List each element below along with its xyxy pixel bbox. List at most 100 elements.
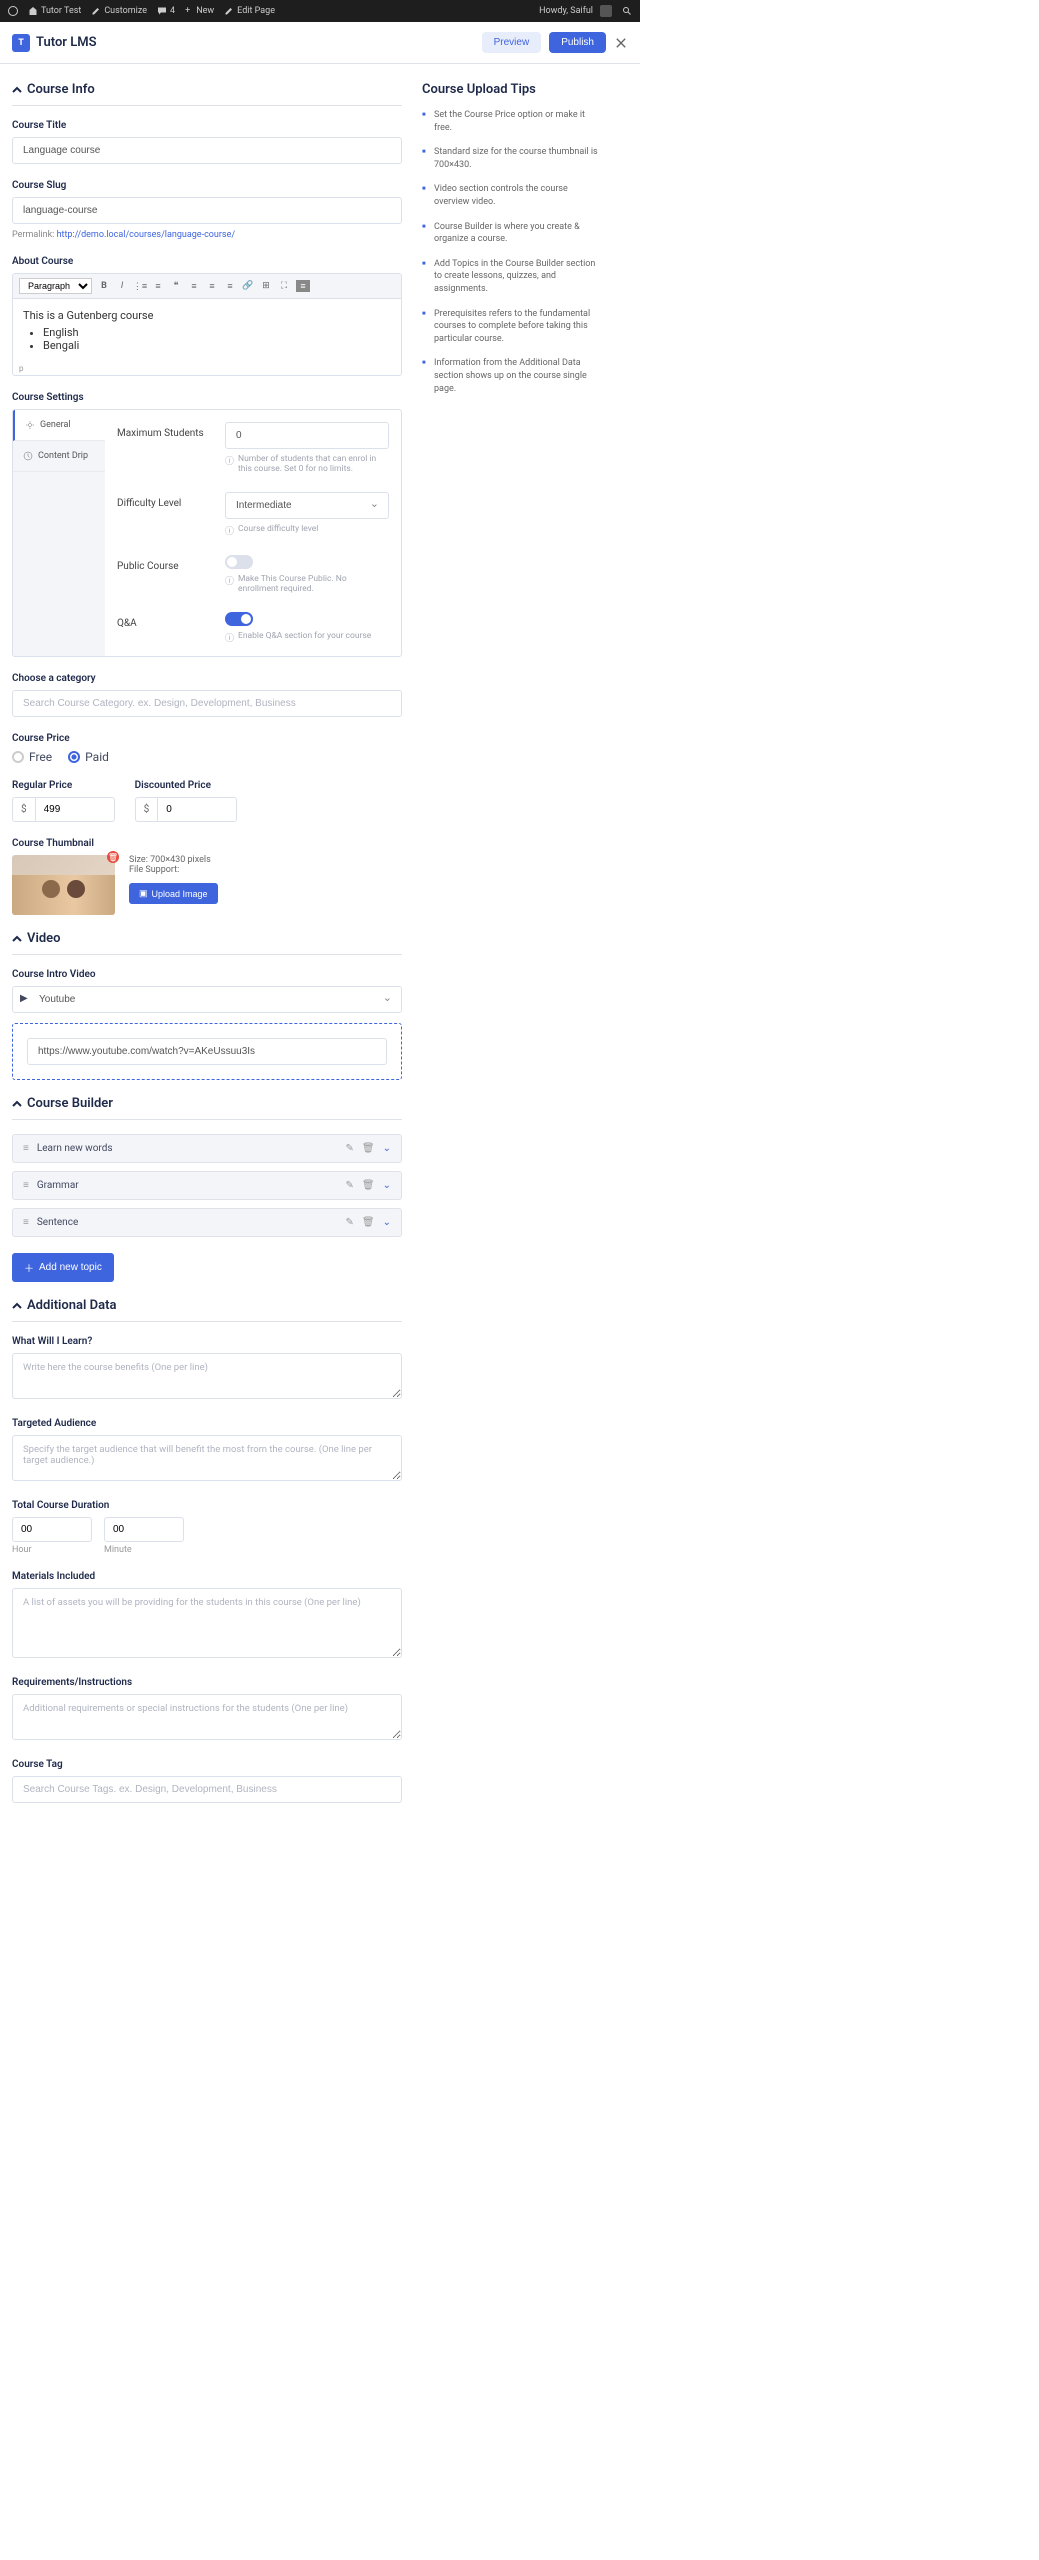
qa-help: Enable Q&A section for your course bbox=[225, 631, 389, 644]
course-title-label: Course Title bbox=[12, 120, 402, 131]
add-topic-button[interactable]: ＋Add new topic bbox=[12, 1253, 114, 1282]
editor-content[interactable]: This is a Gutenberg course English Benga… bbox=[13, 299, 401, 362]
section-course-info[interactable]: Course Info bbox=[12, 82, 402, 106]
drag-icon[interactable]: ≡ bbox=[23, 1143, 29, 1154]
section-course-builder[interactable]: Course Builder bbox=[12, 1096, 402, 1120]
new-link[interactable]: +New bbox=[185, 6, 214, 16]
drag-icon[interactable]: ≡ bbox=[23, 1217, 29, 1228]
materials-label: Materials Included bbox=[12, 1571, 402, 1582]
number-list-icon[interactable]: ≡ bbox=[152, 280, 164, 292]
audience-textarea[interactable] bbox=[12, 1435, 402, 1481]
fullscreen-icon[interactable]: ⛶ bbox=[278, 280, 290, 292]
learn-label: What Will I Learn? bbox=[12, 1336, 402, 1347]
permalink: Permalink: http://demo.local/courses/lan… bbox=[12, 230, 402, 240]
chevron-down-icon[interactable]: ⌄ bbox=[383, 1143, 391, 1154]
upload-image-button[interactable]: ▣Upload Image bbox=[129, 883, 218, 904]
search-icon[interactable] bbox=[622, 6, 632, 16]
bullet-list-icon[interactable]: ⋮≡ bbox=[134, 280, 146, 292]
course-title-input[interactable] bbox=[12, 137, 402, 164]
quote-icon[interactable]: ❝ bbox=[170, 280, 182, 292]
preview-button[interactable]: Preview bbox=[482, 32, 542, 53]
image-icon: ▣ bbox=[139, 888, 148, 899]
currency-symbol: $ bbox=[12, 797, 35, 822]
comments-link[interactable]: 4 bbox=[157, 6, 175, 16]
edit-icon[interactable]: ✎ bbox=[346, 1217, 354, 1228]
edit-icon[interactable]: ✎ bbox=[346, 1180, 354, 1191]
app-header: T Tutor LMS Preview Publish bbox=[0, 22, 640, 64]
more-icon[interactable]: ≡ bbox=[296, 280, 310, 292]
thumbnail-size: Size: 700×430 pixels bbox=[129, 855, 218, 865]
course-slug-input[interactable] bbox=[12, 197, 402, 224]
howdy-link[interactable]: Howdy, Saiful bbox=[539, 5, 612, 17]
qa-toggle[interactable] bbox=[225, 612, 253, 626]
public-course-label: Public Course bbox=[117, 555, 217, 572]
section-video[interactable]: Video bbox=[12, 931, 402, 955]
course-slug-label: Course Slug bbox=[12, 180, 402, 191]
trash-icon[interactable]: 🗑 bbox=[362, 1217, 375, 1228]
wp-logo[interactable] bbox=[8, 6, 18, 16]
chevron-down-icon[interactable]: ⌄ bbox=[383, 1180, 391, 1191]
topic-row: ≡ Sentence ✎ 🗑 ⌄ bbox=[12, 1208, 402, 1237]
audience-label: Targeted Audience bbox=[12, 1418, 402, 1429]
course-settings-box: General Content Drip Maximum Students Nu… bbox=[12, 409, 402, 657]
align-left-icon[interactable]: ≡ bbox=[188, 280, 200, 292]
publish-button[interactable]: Publish bbox=[549, 32, 606, 53]
price-paid-radio[interactable]: Paid bbox=[68, 750, 109, 764]
site-link[interactable]: Tutor Test bbox=[28, 6, 81, 16]
public-course-help: Make This Course Public. No enrollment r… bbox=[225, 574, 389, 594]
course-settings-label: Course Settings bbox=[12, 392, 402, 403]
wp-admin-bar: Tutor Test Customize 4 +New Edit Page Ho… bbox=[0, 0, 640, 22]
tag-input[interactable] bbox=[12, 1776, 402, 1803]
tip-item: Prerequisites refers to the fundamental … bbox=[422, 308, 602, 346]
thumbnail-label: Course Thumbnail bbox=[12, 838, 402, 849]
bold-icon[interactable]: B bbox=[98, 280, 110, 292]
customize-link[interactable]: Customize bbox=[91, 6, 147, 16]
materials-textarea[interactable] bbox=[12, 1588, 402, 1658]
discounted-price-input[interactable] bbox=[157, 797, 237, 822]
topic-row: ≡ Grammar ✎🗑⌄ bbox=[12, 1171, 402, 1200]
chevron-down-icon[interactable]: ⌄ bbox=[383, 1217, 391, 1228]
drag-icon[interactable]: ≡ bbox=[23, 1180, 29, 1191]
difficulty-help: Course difficulty level bbox=[225, 524, 389, 537]
tips-title: Course Upload Tips bbox=[422, 82, 602, 97]
video-source-select[interactable]: Youtube bbox=[12, 986, 402, 1013]
trash-icon[interactable]: 🗑 bbox=[362, 1143, 375, 1154]
public-course-toggle[interactable] bbox=[225, 555, 253, 569]
max-students-label: Maximum Students bbox=[117, 422, 217, 439]
topic-row: ≡ Learn new words ✎🗑⌄ bbox=[12, 1134, 402, 1163]
italic-icon[interactable]: I bbox=[116, 280, 128, 292]
thumbnail-delete-icon[interactable]: 🗑 bbox=[107, 851, 119, 863]
currency-symbol: $ bbox=[135, 797, 158, 822]
minute-input[interactable] bbox=[104, 1517, 184, 1542]
category-label: Choose a category bbox=[12, 673, 402, 684]
learn-textarea[interactable] bbox=[12, 1353, 402, 1399]
difficulty-select[interactable]: Intermediate bbox=[225, 492, 389, 519]
insert-icon[interactable]: ⊞ bbox=[260, 280, 272, 292]
align-center-icon[interactable]: ≡ bbox=[206, 280, 218, 292]
hour-input[interactable] bbox=[12, 1517, 92, 1542]
requirements-label: Requirements/Instructions bbox=[12, 1677, 402, 1688]
requirements-textarea[interactable] bbox=[12, 1694, 402, 1740]
discounted-price-label: Discounted Price bbox=[135, 780, 238, 791]
video-url-input[interactable] bbox=[27, 1038, 387, 1065]
price-free-radio[interactable]: Free bbox=[12, 750, 52, 764]
edit-icon[interactable]: ✎ bbox=[346, 1143, 354, 1154]
plus-icon: ＋ bbox=[24, 1260, 34, 1275]
section-additional-data[interactable]: Additional Data bbox=[12, 1298, 402, 1322]
category-input[interactable] bbox=[12, 690, 402, 717]
regular-price-input[interactable] bbox=[35, 797, 115, 822]
qa-label: Q&A bbox=[117, 612, 217, 629]
app-logo: T Tutor LMS bbox=[12, 34, 97, 52]
align-right-icon[interactable]: ≡ bbox=[224, 280, 236, 292]
permalink-link[interactable]: http://demo.local/courses/language-cours… bbox=[57, 230, 236, 240]
paragraph-select[interactable]: Paragraph bbox=[19, 278, 92, 294]
tab-general[interactable]: General bbox=[13, 410, 105, 441]
tip-item: Course Builder is where you create & org… bbox=[422, 221, 602, 246]
link-icon[interactable]: 🔗 bbox=[242, 280, 254, 292]
tab-content-drip[interactable]: Content Drip bbox=[13, 441, 105, 472]
edit-page-link[interactable]: Edit Page bbox=[224, 6, 275, 16]
close-icon[interactable] bbox=[614, 36, 628, 50]
max-students-input[interactable] bbox=[225, 422, 389, 449]
trash-icon[interactable]: 🗑 bbox=[362, 1180, 375, 1191]
topic-name: Sentence bbox=[37, 1217, 338, 1228]
